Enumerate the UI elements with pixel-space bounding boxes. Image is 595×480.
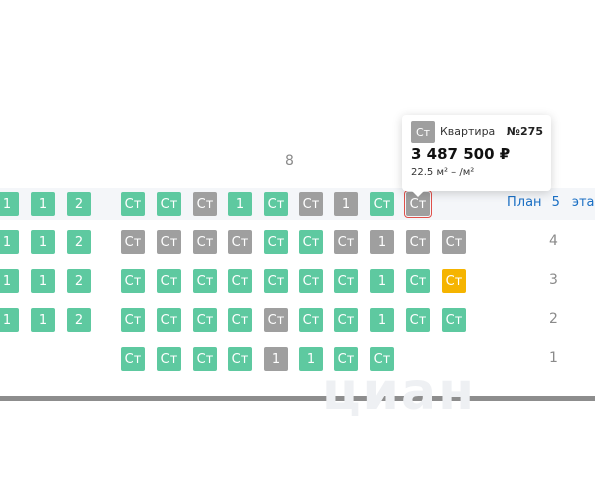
apartment-type-label: Квартира: [440, 125, 496, 138]
apartment-cell[interactable]: Ст: [193, 308, 217, 332]
apartment-cell[interactable]: Ст: [334, 230, 358, 254]
apartment-cell[interactable]: 1: [264, 347, 288, 371]
apartment-tooltip: Ст Квартира №275 3 487 500 ₽ 22.5 м² – /…: [402, 115, 551, 197]
apartment-cell[interactable]: Ст: [442, 230, 466, 254]
apartment-cell[interactable]: 1: [31, 269, 55, 293]
apartment-cell[interactable]: Ст: [264, 269, 288, 293]
apartment-cell[interactable]: Ст: [228, 230, 252, 254]
apartment-cell[interactable]: 1: [31, 192, 55, 216]
apartment-cell[interactable]: 2: [67, 269, 91, 293]
floor-row: 1 1 2 Ст Ст Ст Ст Ст Ст Ст 1 Ст Ст 4: [0, 226, 595, 258]
apartment-cell[interactable]: Ст: [157, 308, 181, 332]
scrollbar[interactable]: [0, 396, 595, 401]
apartment-cell[interactable]: Ст: [157, 192, 181, 216]
apartment-cell[interactable]: Ст: [406, 269, 430, 293]
apartment-cell[interactable]: Ст: [228, 308, 252, 332]
apartment-cell[interactable]: Ст: [228, 269, 252, 293]
apartment-cell[interactable]: 1: [370, 230, 394, 254]
apartment-cell[interactable]: Ст: [264, 308, 288, 332]
apartment-cell[interactable]: Ст: [157, 347, 181, 371]
floor-number: 2: [549, 311, 558, 327]
apartment-cell[interactable]: Ст: [442, 308, 466, 332]
floor-number: 4: [549, 233, 558, 249]
section-number: 8: [285, 153, 294, 169]
plan-floor-number: 5: [551, 195, 560, 210]
apartment-cell[interactable]: 1: [0, 230, 19, 254]
apartment-cell[interactable]: 1: [0, 308, 19, 332]
apartment-cell[interactable]: Ст: [193, 269, 217, 293]
apartment-area: 22.5 м² – /м²: [411, 167, 475, 178]
apartment-cell[interactable]: 2: [67, 308, 91, 332]
apartment-cell[interactable]: Ст: [334, 347, 358, 371]
apartment-cell[interactable]: Ст: [406, 308, 430, 332]
apartment-cell[interactable]: 1: [299, 347, 323, 371]
apartment-cell[interactable]: Ст: [157, 269, 181, 293]
apartment-cell[interactable]: Ст: [264, 230, 288, 254]
apartment-cell[interactable]: 1: [31, 230, 55, 254]
plan-etazh-label: этаж: [571, 195, 595, 210]
apartment-cell[interactable]: Ст: [157, 230, 181, 254]
floor-row: Ст Ст Ст Ст 1 1 Ст Ст 1: [0, 343, 595, 375]
apartment-cell[interactable]: Ст: [299, 308, 323, 332]
apartment-cell[interactable]: Ст: [370, 192, 394, 216]
apartment-cell[interactable]: 2: [67, 192, 91, 216]
floor-row: 112СтСтСт1СтСт1СтСтПлан5этаж: [0, 188, 595, 220]
apartment-cell[interactable]: Ст: [334, 269, 358, 293]
apartment-cell[interactable]: Ст: [121, 269, 145, 293]
apartment-cell[interactable]: Ст: [442, 269, 466, 293]
apartment-number: №275: [506, 125, 543, 138]
apartment-cell[interactable]: Ст: [121, 192, 145, 216]
apartment-cell[interactable]: 1: [31, 308, 55, 332]
plan-label: План: [507, 195, 542, 210]
floor-number: 3: [549, 272, 558, 288]
floor-row: 1 1 2 Ст Ст Ст Ст Ст Ст Ст 1 Ст Ст 2: [0, 304, 595, 336]
apartment-cell[interactable]: Ст: [406, 230, 430, 254]
tooltip-arrow: [411, 190, 425, 197]
apartment-cell[interactable]: Ст: [193, 347, 217, 371]
floor-row: 1 1 2 Ст Ст Ст Ст Ст Ст Ст 1 Ст Ст 3: [0, 265, 595, 297]
floor-number: 1: [549, 350, 558, 366]
apartment-cell[interactable]: Ст: [370, 347, 394, 371]
apartment-cell[interactable]: Ст: [299, 192, 323, 216]
apartment-cell[interactable]: Ст: [121, 308, 145, 332]
apartment-cell[interactable]: Ст: [121, 347, 145, 371]
apartment-price: 3 487 500 ₽: [411, 145, 511, 163]
apartment-type-badge: Ст: [411, 121, 435, 143]
apartment-cell[interactable]: Ст: [299, 269, 323, 293]
apartment-cell[interactable]: 1: [0, 192, 19, 216]
apartment-cell[interactable]: Ст: [228, 347, 252, 371]
apartment-cell[interactable]: Ст: [334, 308, 358, 332]
apartment-cell[interactable]: 1: [370, 269, 394, 293]
apartment-cell[interactable]: Ст: [121, 230, 145, 254]
apartment-cell[interactable]: 1: [228, 192, 252, 216]
floor-plan-link[interactable]: План 5 этаж: [507, 195, 595, 210]
apartment-cell[interactable]: Ст: [299, 230, 323, 254]
apartment-cell[interactable]: Ст: [193, 230, 217, 254]
apartment-cell[interactable]: 2: [67, 230, 91, 254]
apartment-cell[interactable]: Ст: [264, 192, 288, 216]
apartment-cell[interactable]: 1: [0, 269, 19, 293]
apartment-cell[interactable]: Ст: [193, 192, 217, 216]
apartment-cell[interactable]: 1: [370, 308, 394, 332]
apartment-cell[interactable]: 1: [334, 192, 358, 216]
